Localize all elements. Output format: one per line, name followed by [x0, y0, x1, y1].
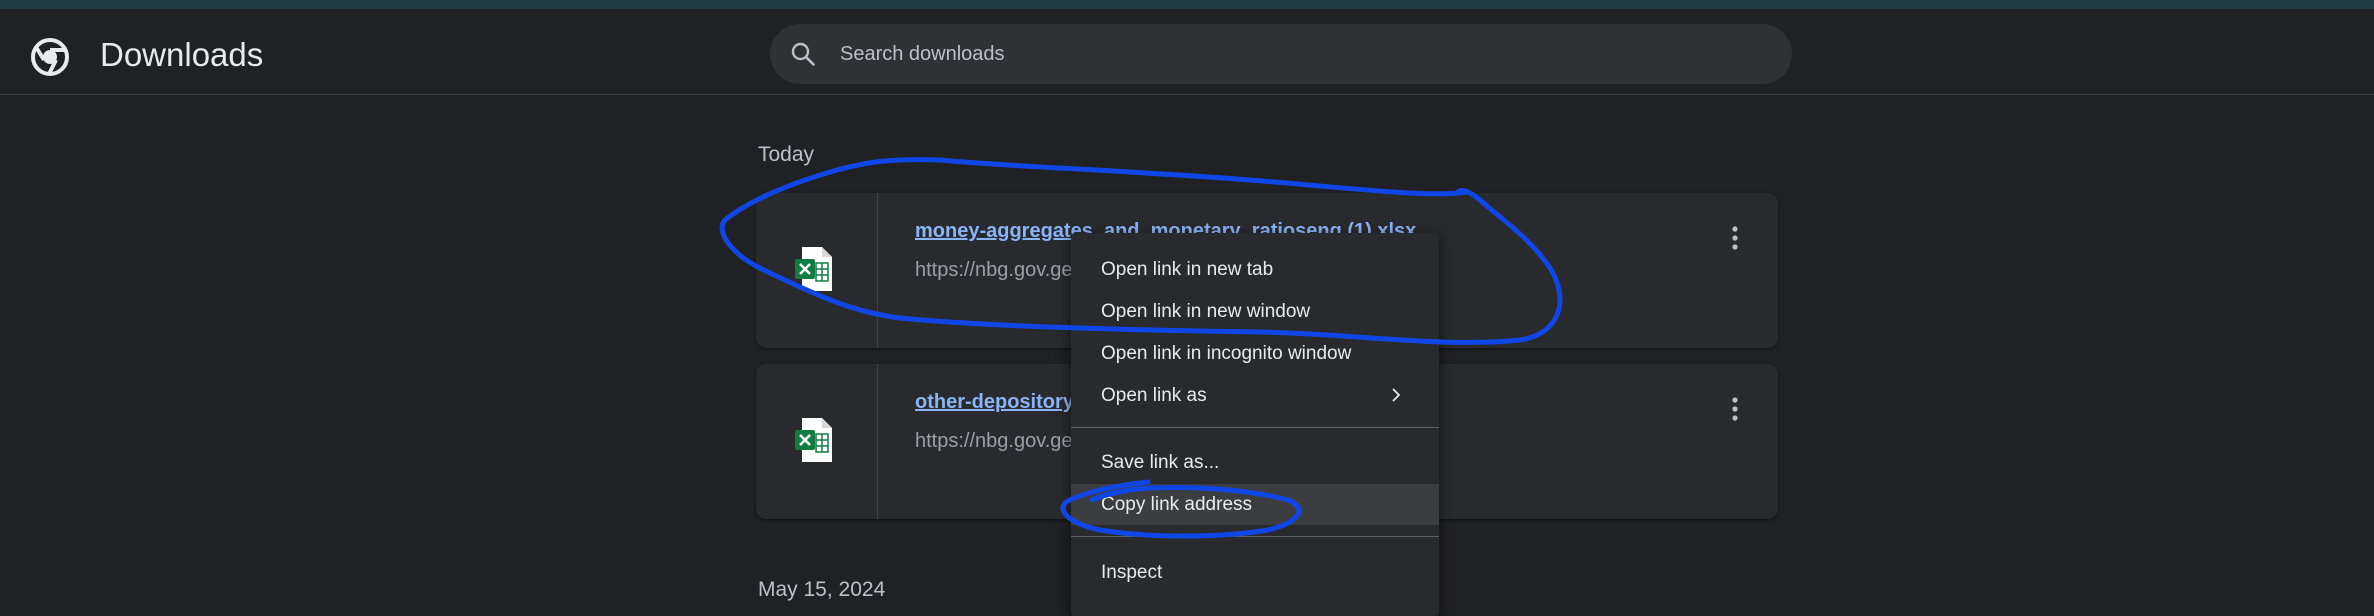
menu-item-save-link-as[interactable]: Save link as...	[1071, 442, 1439, 483]
context-menu: Open link in new tab Open link in new wi…	[1071, 233, 1439, 616]
menu-item-label: Open link as	[1101, 385, 1207, 406]
chrome-logo-icon	[31, 38, 69, 76]
page-title: Downloads	[100, 36, 264, 73]
excel-file-icon	[795, 247, 832, 291]
menu-separator	[1071, 427, 1439, 428]
file-source-url: https://nbg.gov.ge	[915, 430, 1073, 452]
menu-separator	[1071, 536, 1439, 537]
card-divider	[877, 193, 878, 348]
chevron-right-icon	[1392, 388, 1401, 402]
file-source-url: https://nbg.gov.ge	[915, 259, 1073, 281]
search-box[interactable]	[770, 24, 1792, 84]
section-label-date: May 15, 2024	[758, 578, 886, 601]
menu-item-copy-link-address[interactable]: Copy link address	[1071, 484, 1439, 525]
more-actions-icon[interactable]	[1720, 394, 1750, 424]
downloads-header: Downloads	[0, 9, 2374, 95]
menu-item-open-link-as[interactable]: Open link as	[1071, 375, 1439, 416]
file-name-link[interactable]: other-depository-	[915, 391, 1081, 414]
search-icon	[791, 42, 815, 66]
card-divider	[877, 364, 878, 519]
more-actions-icon[interactable]	[1720, 223, 1750, 253]
menu-item-open-new-tab[interactable]: Open link in new tab	[1071, 249, 1439, 290]
menu-item-inspect[interactable]: Inspect	[1071, 552, 1439, 593]
excel-file-icon	[795, 418, 832, 462]
window-top-strip	[0, 0, 2374, 9]
section-label-today: Today	[758, 143, 815, 166]
menu-item-open-new-window[interactable]: Open link in new window	[1071, 291, 1439, 332]
menu-item-open-incognito[interactable]: Open link in incognito window	[1071, 333, 1439, 374]
search-input[interactable]	[838, 24, 1768, 84]
